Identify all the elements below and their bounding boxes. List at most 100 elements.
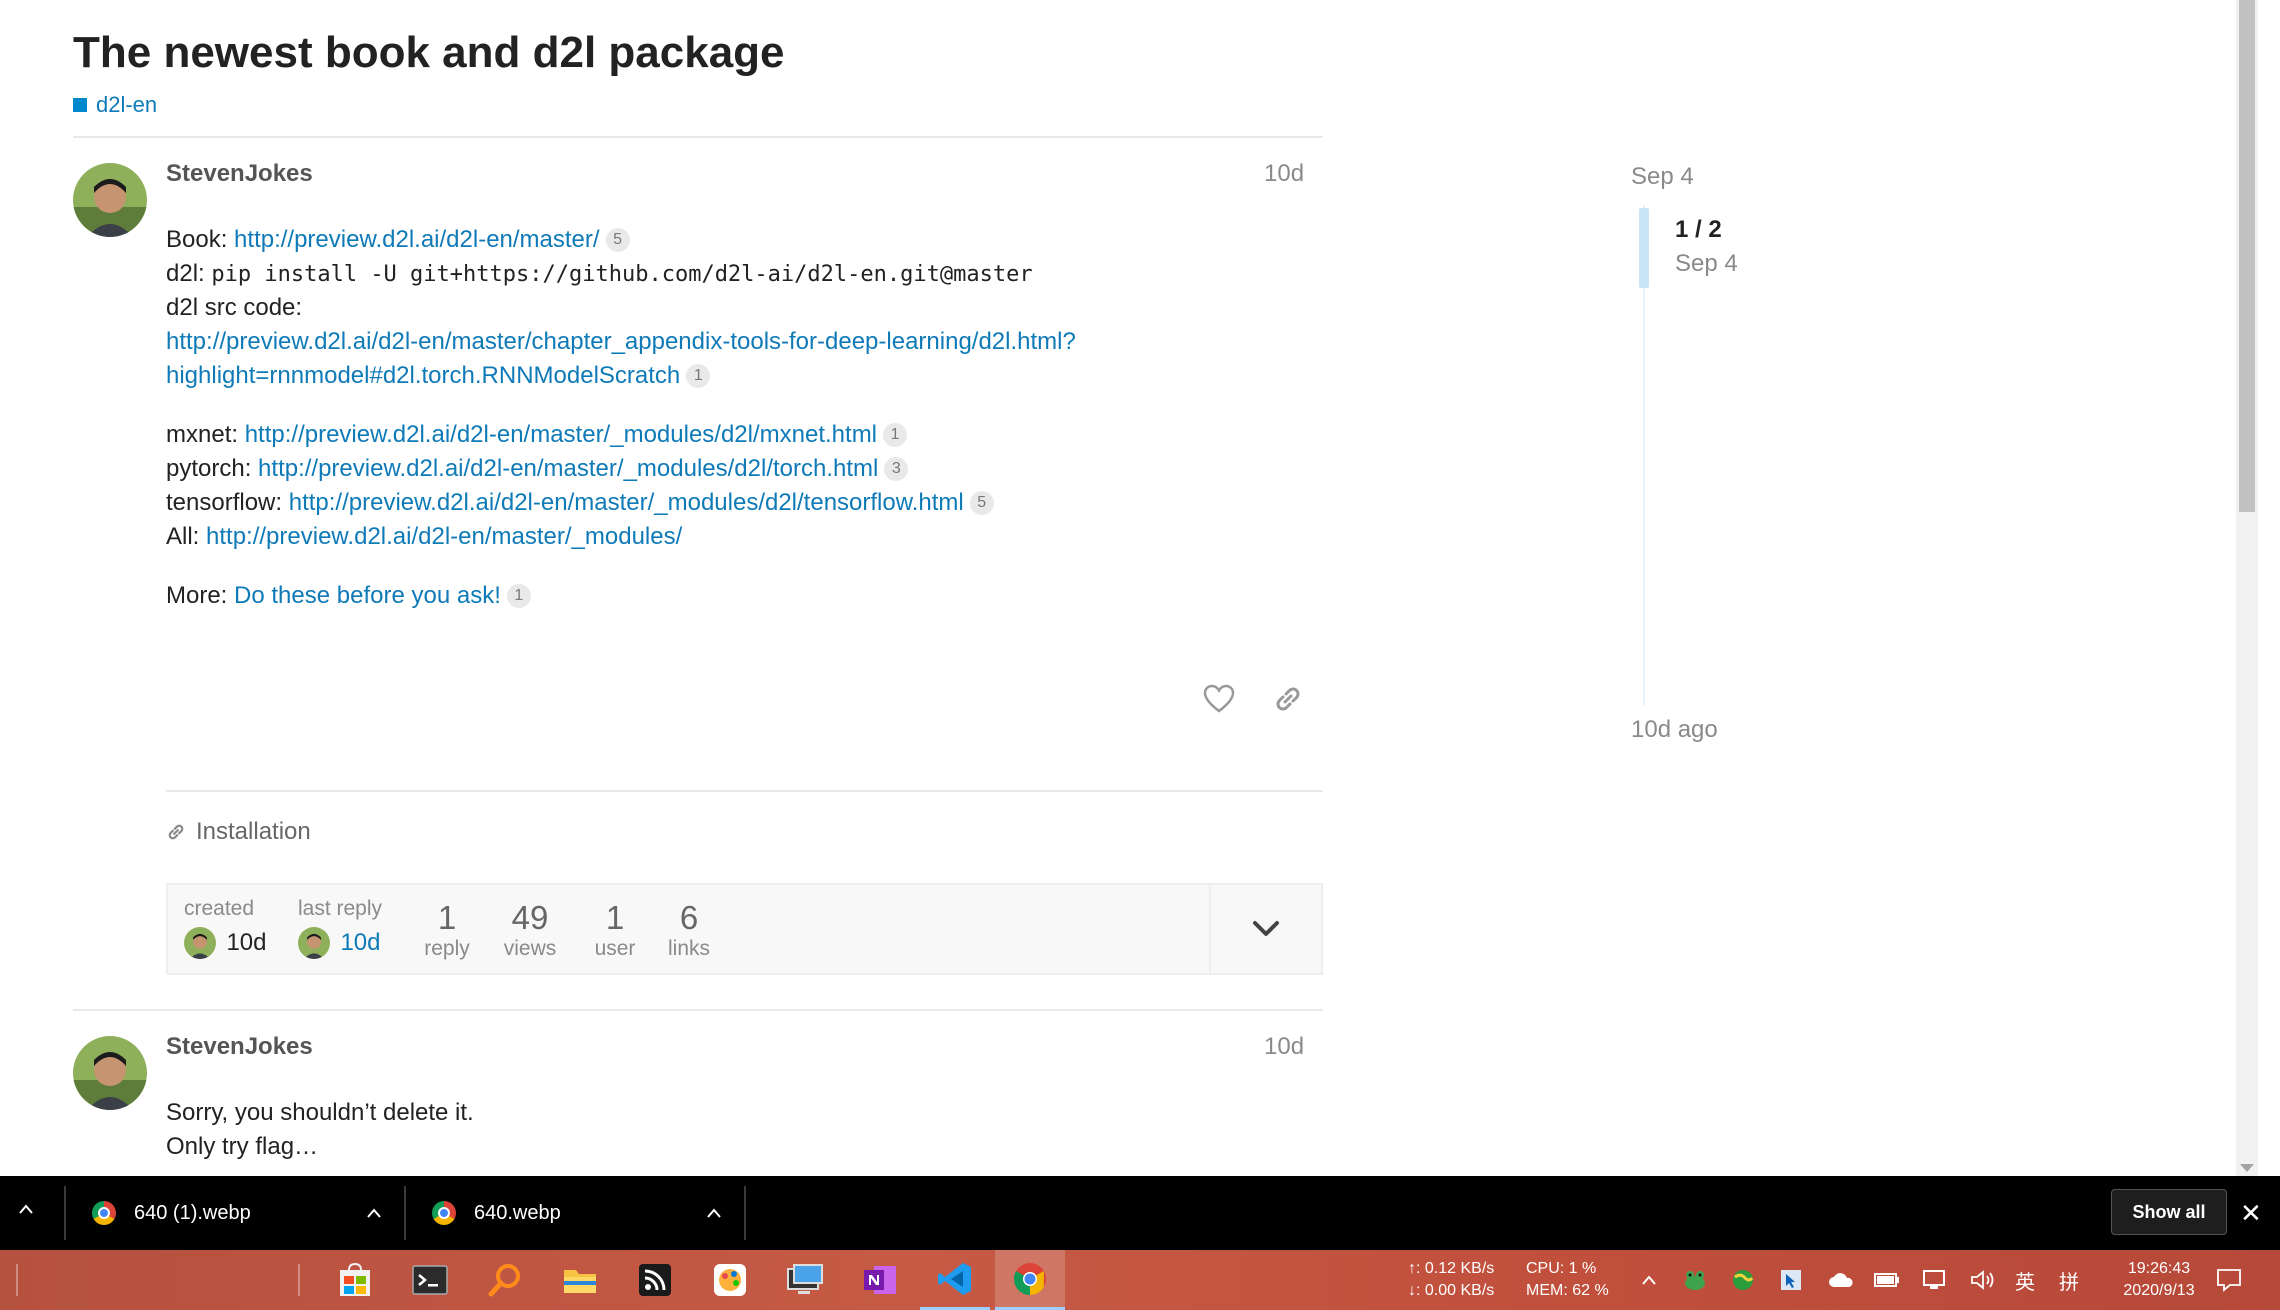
volume-icon[interactable] [1970,1267,1996,1293]
vertical-scrollbar[interactable] [2236,0,2258,1176]
users-label: user [594,937,636,960]
avatar [184,927,216,959]
timeline-position-date: Sep 4 [1675,250,1738,277]
onenote-icon[interactable] [845,1250,915,1310]
mxnet-link[interactable]: http://preview.d2l.ai/d2l-en/master/_mod… [245,421,877,448]
share-link-button[interactable] [1272,684,1304,719]
file-explorer-icon[interactable] [545,1250,615,1310]
src-label: d2l src code: [166,294,303,321]
pytorch-label: pytorch: [166,455,252,482]
show-all-downloads-button[interactable]: Show all [2111,1189,2227,1235]
post-separator [73,1009,1323,1011]
divider [298,1264,300,1296]
links-label: links [667,937,710,960]
globe-tray-icon[interactable] [1730,1267,1756,1293]
views-label: views [503,937,557,960]
like-button[interactable] [1203,684,1235,719]
chevron-down-icon [1253,921,1279,936]
store-icon[interactable] [320,1250,390,1310]
book-link[interactable]: http://preview.d2l.ai/d2l-en/master/ [234,226,600,253]
scroll-down-arrow[interactable] [2240,1164,2254,1172]
link-icon [168,824,184,840]
cpu-usage: CPU: 1 % [1526,1260,1597,1277]
click-count-badge: 1 [686,364,711,388]
src-link-cont[interactable]: highlight=rnnmodel#d2l.torch.RNNModelScr… [166,362,680,389]
link-icon [1276,687,1300,711]
windows-taskbar: ↑: 0.12 KB/s ↓: 0.00 KB/s CPU: 1 % MEM: … [0,1250,2280,1310]
more-label: More: [166,582,228,609]
all-link[interactable]: http://preview.d2l.ai/d2l-en/master/_mod… [206,523,682,550]
click-count-badge: 5 [605,228,630,252]
timeline-start-date[interactable]: Sep 4 [1631,163,1694,191]
download-item[interactable]: 640.webp [432,1176,722,1250]
frog-tray-icon[interactable] [1682,1267,1708,1293]
close-icon[interactable]: ✕ [2240,1198,2262,1229]
search-app-icon[interactable] [470,1250,540,1310]
expand-topic-map-button[interactable] [1209,885,1321,973]
snipping-tray-icon[interactable] [1778,1267,1804,1293]
post-date[interactable]: 10d [1264,160,1304,188]
divider [404,1186,406,1240]
chevron-up-icon[interactable] [706,1207,722,1219]
d2l-line: d2l: pip install -U git+https://github.c… [166,257,1033,292]
last-reply-stat[interactable]: last reply 10d [298,897,382,959]
battery-icon[interactable] [1874,1267,1900,1293]
timeline-end-date[interactable]: 10d ago [1631,716,1718,744]
terminal-icon[interactable] [395,1250,465,1310]
category-color-square [73,98,87,112]
more-line: More: Do these before you ask! 1 [166,579,531,613]
replies-stat: 1 reply [412,899,482,961]
memory-usage: MEM: 62 % [1526,1282,1609,1299]
scrollbar-thumb[interactable] [2239,0,2255,512]
src-link-line2: highlight=rnnmodel#d2l.torch.RNNModelScr… [166,359,711,393]
paint-icon[interactable] [695,1250,765,1310]
onedrive-icon[interactable] [1828,1267,1854,1293]
users-count: 1 [605,899,625,936]
last-reply-value: 10d [340,929,381,956]
post-username[interactable]: StevenJokes [166,1033,313,1061]
mxnet-line: mxnet: http://preview.d2l.ai/d2l-en/mast… [166,418,908,452]
click-count-badge: 3 [884,457,909,481]
avatar[interactable] [73,1036,147,1110]
pytorch-link[interactable]: http://preview.d2l.ai/d2l-en/master/_mod… [258,455,878,482]
chevron-up-icon[interactable] [366,1207,382,1219]
divider [744,1186,746,1240]
src-link[interactable]: http://preview.d2l.ai/d2l-en/master/chap… [166,328,1076,355]
timeline-handle[interactable] [1639,208,1649,288]
tensorflow-link[interactable]: http://preview.d2l.ai/d2l-en/master/_mod… [289,489,964,516]
clock-date[interactable]: 2020/9/13 [2100,1280,2218,1302]
post2-text-line1: Sorry, you shouldn’t delete it. [166,1099,474,1126]
net-upload-speed: ↑: 0.12 KB/s [1408,1260,1495,1277]
network-icon[interactable] [1922,1267,1948,1293]
post-date[interactable]: 10d [1264,1033,1304,1061]
ime-mode[interactable]: 拼 [2056,1267,2082,1294]
linked-topic[interactable]: Installation [166,818,311,846]
click-count-badge: 1 [883,423,908,447]
avatar[interactable] [73,163,147,237]
clock-time[interactable]: 19:26:43 [2112,1258,2206,1280]
vscode-icon[interactable] [920,1250,990,1310]
download-item[interactable]: 640 (1).webp [92,1176,382,1250]
remote-desktop-icon[interactable] [770,1250,840,1310]
ime-language[interactable]: 英 [2012,1267,2038,1294]
rss-icon[interactable] [620,1250,690,1310]
chevron-up-icon[interactable] [1636,1267,1662,1293]
created-stat[interactable]: created 10d [184,897,267,959]
created-label: created [184,897,255,920]
category-badge[interactable]: d2l-en [73,92,157,118]
timeline-position: 1 / 2 [1675,216,1722,243]
divider [64,1186,66,1240]
tensorflow-label: tensorflow: [166,489,283,516]
chrome-icon [432,1201,456,1225]
created-value: 10d [226,929,267,956]
pytorch-line: pytorch: http://preview.d2l.ai/d2l-en/ma… [166,452,909,486]
chrome-icon[interactable] [995,1250,1065,1310]
divider [16,1264,18,1296]
d2l-label: d2l: [166,260,205,287]
chevron-up-icon[interactable] [18,1202,34,1220]
topic-title[interactable]: The newest book and d2l package [73,28,785,78]
more-link[interactable]: Do these before you ask! [234,582,501,609]
post-username[interactable]: StevenJokes [166,160,313,188]
heart-icon [1203,684,1235,713]
notification-icon[interactable] [2216,1267,2242,1293]
